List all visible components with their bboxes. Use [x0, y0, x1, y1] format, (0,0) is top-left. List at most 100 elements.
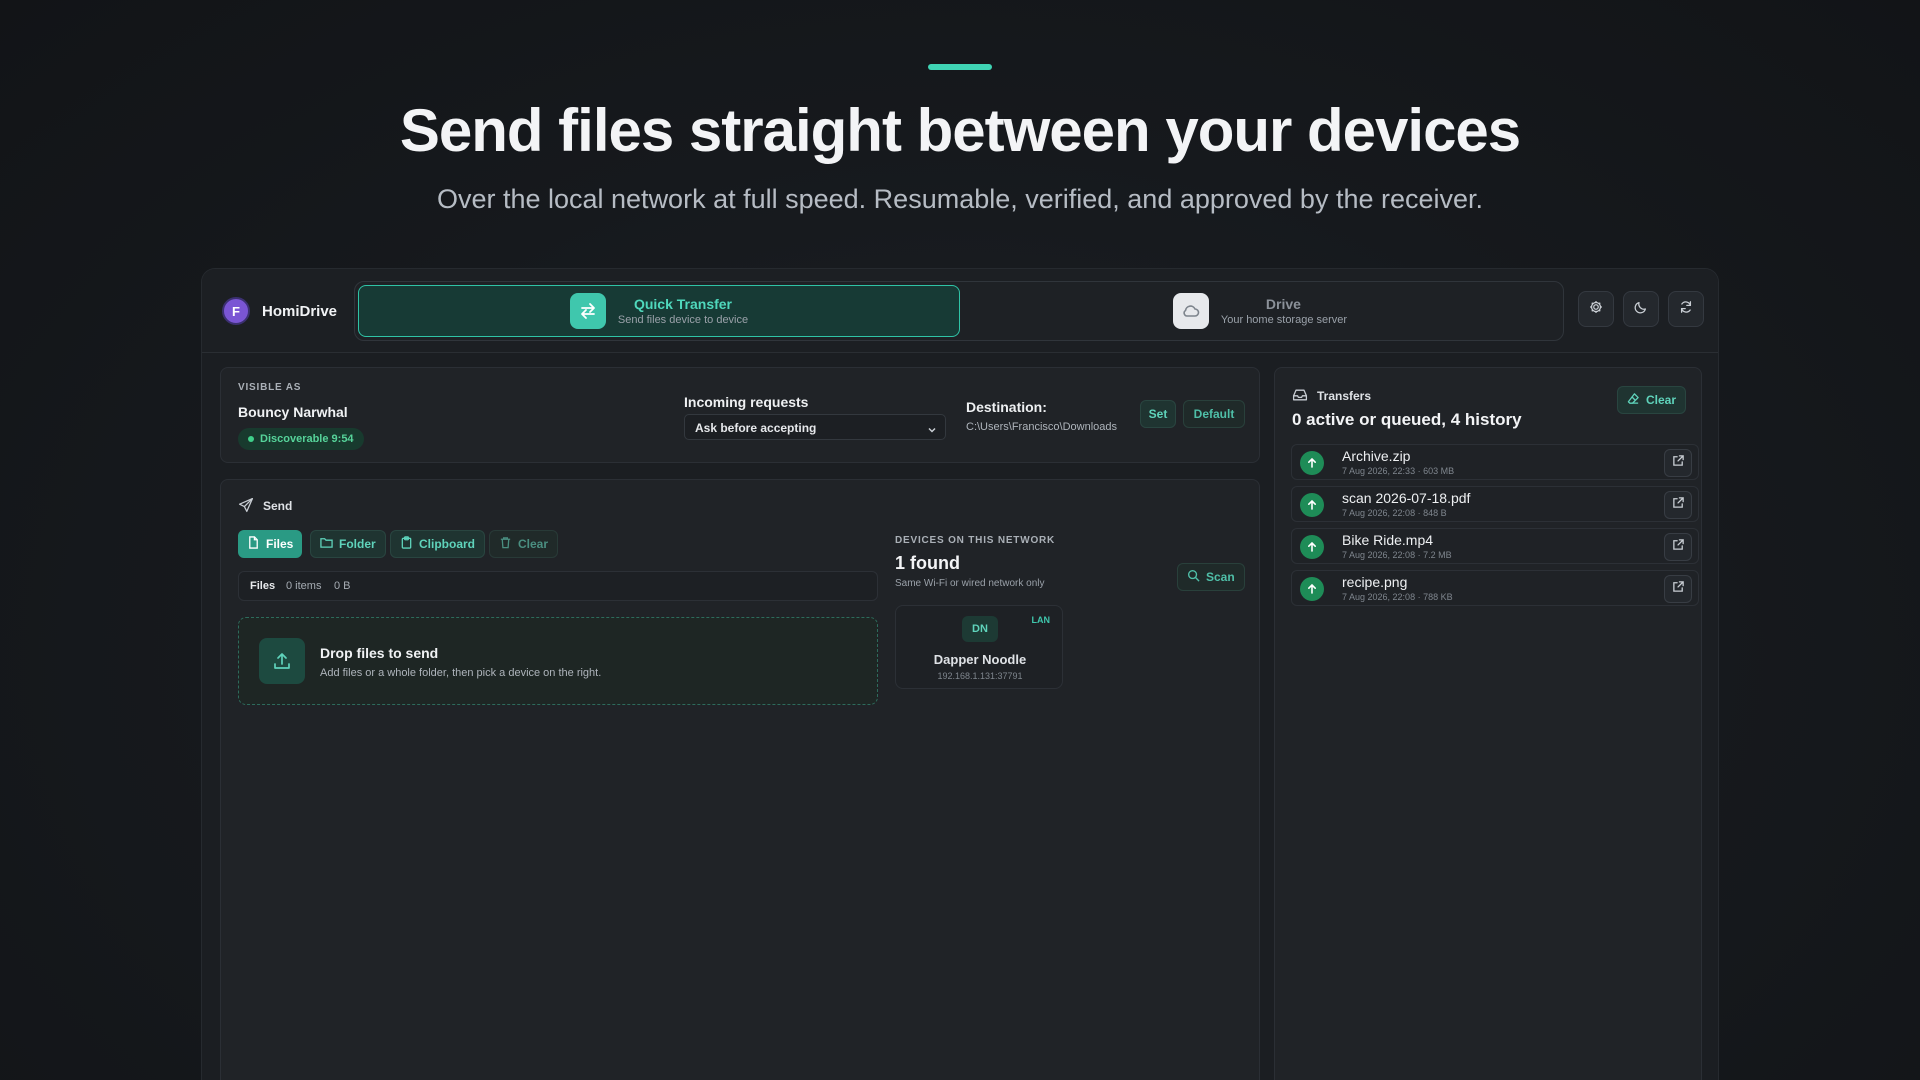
transfer-row[interactable]: Bike Ride.mp4 7 Aug 2026, 22:08 · 7.2 MB	[1291, 528, 1699, 564]
transfers-panel: Transfers Clear 0 active or queued, 4 hi…	[1274, 367, 1702, 1080]
hero-title: Send files straight between your devices	[399, 97, 1521, 164]
cloud-icon	[1172, 293, 1209, 329]
set-destination-button[interactable]: Set	[1140, 400, 1176, 428]
discoverable-badge: Discoverable 9:54	[238, 428, 364, 450]
brand-name: HomiDrive	[262, 302, 338, 320]
incoming-requests-select[interactable]: Ask before accepting	[684, 414, 946, 440]
search-icon	[1187, 569, 1200, 585]
theme-toggle-button[interactable]	[1623, 291, 1659, 327]
discoverable-text: Discoverable 9:54	[260, 433, 354, 445]
device-initials: DN	[962, 616, 998, 642]
file-icon	[247, 536, 260, 552]
swap-arrows-icon	[569, 293, 606, 329]
files-button[interactable]: Files	[238, 530, 303, 558]
tab-drive-title: Drive	[1265, 296, 1301, 312]
folder-icon	[320, 536, 333, 552]
eraser-icon	[1627, 392, 1640, 408]
devices-note: Same Wi-Fi or wired network only	[895, 578, 1045, 589]
mode-switcher: Quick Transfer Send files device to devi…	[354, 281, 1564, 341]
open-external-button[interactable]	[1664, 449, 1692, 477]
devices-label: DEVICES ON THIS NETWORK	[895, 535, 1056, 546]
folder-button-label: Folder	[339, 537, 376, 551]
arrow-up-icon	[1300, 535, 1324, 559]
files-item-count: 0 items	[286, 580, 322, 592]
clipboard-button[interactable]: Clipboard	[390, 530, 485, 558]
refresh-button[interactable]	[1668, 291, 1704, 327]
scan-button-label: Scan	[1206, 570, 1235, 584]
chevron-down-icon	[927, 422, 937, 440]
incoming-requests-label: Incoming requests	[684, 394, 809, 410]
device-ip: 192.168.1.131:37791	[937, 671, 1023, 681]
drop-zone-title: Drop files to send	[320, 645, 439, 661]
identity-panel: VISIBLE AS Bouncy Narwhal Discoverable 9…	[220, 367, 1260, 463]
send-title: Send	[263, 499, 293, 513]
transfer-row[interactable]: recipe.png 7 Aug 2026, 22:08 · 788 KB	[1291, 570, 1699, 606]
transfer-meta: 7 Aug 2026, 22:08 · 7.2 MB	[1342, 550, 1452, 560]
visible-as-label: VISIBLE AS	[238, 382, 302, 393]
hero-accent-bar	[928, 64, 992, 70]
open-external-button[interactable]	[1664, 533, 1692, 561]
files-total-size: 0 B	[334, 580, 351, 592]
transfer-meta: 7 Aug 2026, 22:08 · 848 B	[1342, 508, 1447, 518]
send-icon	[238, 497, 254, 518]
default-destination-button[interactable]: Default	[1183, 400, 1245, 428]
hero-subtitle: Over the local network at full speed. Re…	[436, 184, 1484, 214]
transfer-name: Archive.zip	[1342, 448, 1411, 464]
trash-icon	[499, 536, 512, 552]
avatar[interactable]: F	[222, 297, 250, 325]
top-bar: F HomiDrive Quick Transfer Send files de…	[202, 269, 1718, 353]
drop-zone[interactable]: Drop files to send Add files or a whole …	[238, 617, 878, 705]
upload-icon	[259, 638, 305, 684]
send-panel: Send Files Folder Clipboard Clear Files …	[220, 479, 1260, 1080]
tab-quick-transfer[interactable]: Quick Transfer Send files device to devi…	[358, 285, 960, 337]
brand[interactable]: F HomiDrive	[222, 297, 337, 325]
transfers-title: Transfers	[1317, 389, 1372, 403]
arrow-up-icon	[1300, 451, 1324, 475]
open-external-button[interactable]	[1664, 491, 1692, 519]
settings-button[interactable]	[1578, 291, 1614, 327]
transfer-meta: 7 Aug 2026, 22:33 · 603 MB	[1342, 466, 1455, 476]
external-link-icon	[1672, 580, 1685, 598]
transfer-row[interactable]: Archive.zip 7 Aug 2026, 22:33 · 603 MB	[1291, 444, 1699, 480]
device-lan-badge: LAN	[1031, 615, 1051, 625]
transfer-meta: 7 Aug 2026, 22:08 · 788 KB	[1342, 592, 1453, 602]
drop-zone-desc: Add files or a whole folder, then pick a…	[320, 667, 602, 679]
tab-quick-transfer-title: Quick Transfer	[633, 296, 733, 312]
scan-button[interactable]: Scan	[1177, 563, 1245, 591]
transfers-summary: 0 active or queued, 4 history	[1292, 410, 1522, 429]
refresh-icon	[1678, 299, 1694, 320]
gear-icon	[1588, 299, 1604, 320]
tab-drive[interactable]: Drive Your home storage server	[959, 285, 1561, 337]
clear-send-button-label: Clear	[518, 537, 549, 551]
transfer-name: Bike Ride.mp4	[1342, 532, 1434, 548]
external-link-icon	[1672, 538, 1685, 556]
device-card[interactable]: DN LAN Dapper Noodle 192.168.1.131:37791	[895, 605, 1063, 689]
transfer-name: scan 2026-07-18.pdf	[1342, 490, 1471, 506]
device-name-label: Dapper Noodle	[933, 652, 1027, 667]
tab-drive-desc: Your home storage server	[1220, 314, 1348, 326]
files-button-label: Files	[266, 537, 294, 551]
transfer-row[interactable]: scan 2026-07-18.pdf 7 Aug 2026, 22:08 · …	[1291, 486, 1699, 522]
files-summary-label: Files	[250, 580, 276, 592]
arrow-up-icon	[1300, 577, 1324, 601]
open-external-button[interactable]	[1664, 575, 1692, 603]
arrow-up-icon	[1300, 493, 1324, 517]
destination-label: Destination:	[966, 399, 1047, 415]
device-name: Bouncy Narwhal	[238, 404, 348, 420]
external-link-icon	[1672, 454, 1685, 472]
clear-transfers-button[interactable]: Clear	[1617, 386, 1687, 414]
external-link-icon	[1672, 496, 1685, 514]
clipboard-button-label: Clipboard	[419, 537, 475, 551]
devices-count: 1 found	[895, 553, 960, 573]
folder-button[interactable]: Folder	[310, 530, 386, 558]
incoming-requests-value: Ask before accepting	[695, 421, 817, 435]
tab-quick-transfer-desc: Send files device to device	[617, 314, 749, 326]
clear-send-button[interactable]: Clear	[489, 530, 559, 558]
destination-path: C:\Users\Francisco\Downloads	[966, 421, 1117, 433]
status-dot	[248, 436, 254, 442]
files-summary-bar: Files 0 items 0 B	[238, 571, 878, 601]
inbox-icon	[1292, 387, 1308, 408]
clipboard-icon	[400, 536, 413, 552]
clear-transfers-label: Clear	[1646, 393, 1677, 407]
app-window: F HomiDrive Quick Transfer Send files de…	[201, 268, 1719, 1080]
